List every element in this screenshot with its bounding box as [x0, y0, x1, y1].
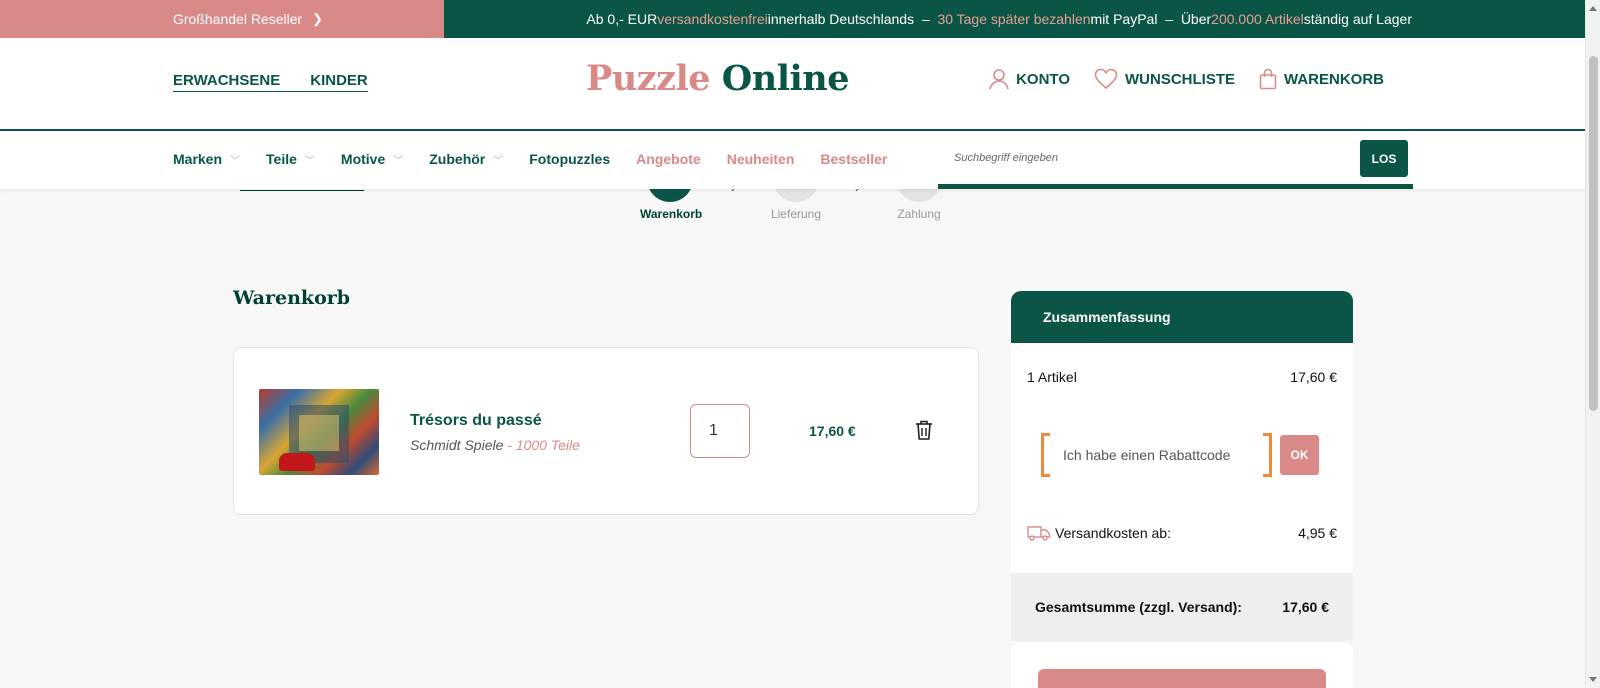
quantity-input[interactable]: 1 [690, 404, 750, 458]
promo-highlight-1: versandkostenfrei [657, 11, 768, 27]
age-group-switch: ERWACHSENE KINDER [173, 72, 368, 92]
promo-text-1b: innerhalb Deutschlands [767, 11, 915, 27]
heart-icon [1094, 68, 1118, 90]
remove-item-button[interactable] [914, 419, 934, 446]
promo-separator: – [921, 11, 930, 27]
page-scrollbar[interactable] [1585, 0, 1600, 688]
chevron-down-icon: ﹀ [393, 155, 404, 167]
wishlist-label: WUNSCHLISTE [1125, 70, 1235, 88]
scroll-down-arrow[interactable] [1589, 677, 1597, 682]
truck-icon [1027, 526, 1051, 541]
product-meta: Schmidt Spiele - 1000 Teile [410, 437, 580, 453]
promo-text-2b: mit PayPal [1090, 11, 1158, 27]
main-nav: Marken ﹀ Teile ﹀ Motive ﹀ Zubehör ﹀ Fotopuzz… [0, 131, 1585, 189]
cart-label: WARENKORB [1284, 70, 1384, 88]
nav-item-label: Fotopuzzles [529, 151, 611, 167]
promo-text-3: Über [1180, 11, 1212, 27]
account-link[interactable]: KONTO [989, 68, 1070, 90]
nav-item-fotopuzzles[interactable]: Fotopuzzles [529, 151, 610, 167]
summary-items-row: 1 Artikel 17,60 € [1027, 369, 1337, 385]
reseller-label: Großhandel Reseller [173, 11, 303, 27]
wishlist-link[interactable]: WUNSCHLISTE [1094, 68, 1235, 90]
nav-item-label: Zubehör [429, 151, 486, 167]
promo-text-3b: ständig auf Lager [1303, 11, 1412, 27]
nav-items: Marken ﹀ Teile ﹀ Motive ﹀ Zubehör ﹀ Fotopuzz… [173, 151, 887, 167]
coupon-placeholder: Ich habe einen Rabattcode [1063, 447, 1231, 463]
product-brand: Schmidt Spiele [410, 437, 504, 453]
nav-item-bestseller[interactable]: Bestseller [820, 151, 887, 167]
summary-items-label: 1 Artikel [1027, 369, 1077, 385]
logo-part-1: Puzzle [586, 58, 711, 99]
step-label: Zahlung [897, 207, 941, 221]
search-button[interactable]: LOS [1360, 140, 1408, 177]
chevron-down-icon: ﹀ [493, 155, 504, 167]
promo-bar: Großhandel Reseller ❯ Ab 0,- EUR versand… [0, 0, 1585, 38]
product-price: 17,60 € [809, 423, 856, 439]
summary-panel: 1 Artikel 17,60 € Ich habe einen Rabattc… [1011, 343, 1353, 573]
step-label: Lieferung [770, 207, 822, 221]
promo-text: Ab 0,- EUR versandkostenfrei innerhalb D… [444, 0, 1585, 38]
checkout-button[interactable] [1038, 669, 1326, 688]
chevron-down-icon: ﹀ [304, 155, 315, 167]
scrollbar-thumb[interactable] [1589, 56, 1598, 411]
reseller-link[interactable]: Großhandel Reseller ❯ [0, 0, 444, 38]
shipping-value: 4,95 € [1298, 525, 1337, 541]
site-logo[interactable]: Puzzle Online [586, 58, 850, 99]
promo-highlight-2: 30 Tage später bezahlen [937, 11, 1091, 27]
coupon-code-input[interactable]: Ich habe einen Rabattcode [1041, 433, 1272, 477]
age-group-kids[interactable]: KINDER [310, 72, 368, 89]
nav-item-motive[interactable]: Motive ﹀ [341, 151, 403, 167]
site-header: ERWACHSENE KINDER Puzzle Online KONTO WU… [0, 38, 1585, 131]
nav-item-label: Teile [266, 151, 297, 167]
total-label: Gesamtsumme (zzgl. Versand): [1035, 599, 1242, 615]
account-links: KONTO WUNSCHLISTE WARENKORB [989, 68, 1384, 90]
nav-item-label: Angebote [636, 151, 701, 167]
checkout-panel [1011, 643, 1353, 688]
nav-item-teile[interactable]: Teile ﹀ [266, 151, 315, 167]
nav-item-neuheiten[interactable]: Neuheiten [727, 151, 795, 167]
chevron-down-icon: ﹀ [230, 155, 241, 167]
shipping-row: Versandkosten ab: 4,95 € [1027, 525, 1337, 541]
promo-text-1: Ab 0,- EUR [586, 11, 658, 27]
summary-items-value: 17,60 € [1290, 369, 1337, 385]
search-input[interactable]: Suchbegriff eingeben [954, 152, 1058, 164]
total-value: 17,60 € [1282, 599, 1329, 615]
nav-item-label: Neuheiten [726, 151, 795, 167]
product-name[interactable]: Trésors du passé [410, 412, 542, 430]
promo-separator: – [1165, 11, 1174, 27]
logo-part-2: Online [721, 58, 850, 99]
nav-item-marken[interactable]: Marken ﹀ [173, 151, 240, 167]
nav-item-angebote[interactable]: Angebote [636, 151, 701, 167]
total-row: Gesamtsumme (zzgl. Versand): 17,60 € [1011, 573, 1353, 641]
step-label: Warenkorb [640, 207, 703, 221]
account-label: KONTO [1016, 70, 1070, 88]
page-title: Warenkorb [233, 287, 351, 309]
nav-item-label: Bestseller [820, 151, 888, 167]
scroll-up-arrow[interactable] [1589, 6, 1597, 11]
nav-item-label: Marken [173, 151, 223, 167]
chevron-right-icon: ❯ [312, 11, 324, 26]
cart-item: Trésors du passé Schmidt Spiele - 1000 T… [233, 347, 979, 515]
product-image[interactable] [259, 389, 379, 475]
nav-item-zubehoer[interactable]: Zubehör ﹀ [429, 151, 503, 167]
search-bar: Suchbegriff eingeben LOS [938, 131, 1413, 189]
age-group-adults[interactable]: ERWACHSENE [173, 72, 280, 89]
shipping-label: Versandkosten ab: [1055, 525, 1171, 541]
product-pieces: - 1000 Teile [503, 437, 580, 453]
promo-highlight-3: 200.000 Artikel [1211, 11, 1304, 27]
user-icon [989, 69, 1009, 90]
coupon-submit-button[interactable]: OK [1280, 435, 1319, 475]
shopping-bag-icon [1259, 68, 1277, 90]
trash-icon [916, 420, 932, 440]
nav-item-label: Motive [340, 151, 386, 167]
cart-link[interactable]: WARENKORB [1259, 68, 1384, 90]
summary-header: Zusammenfassung [1011, 291, 1353, 343]
